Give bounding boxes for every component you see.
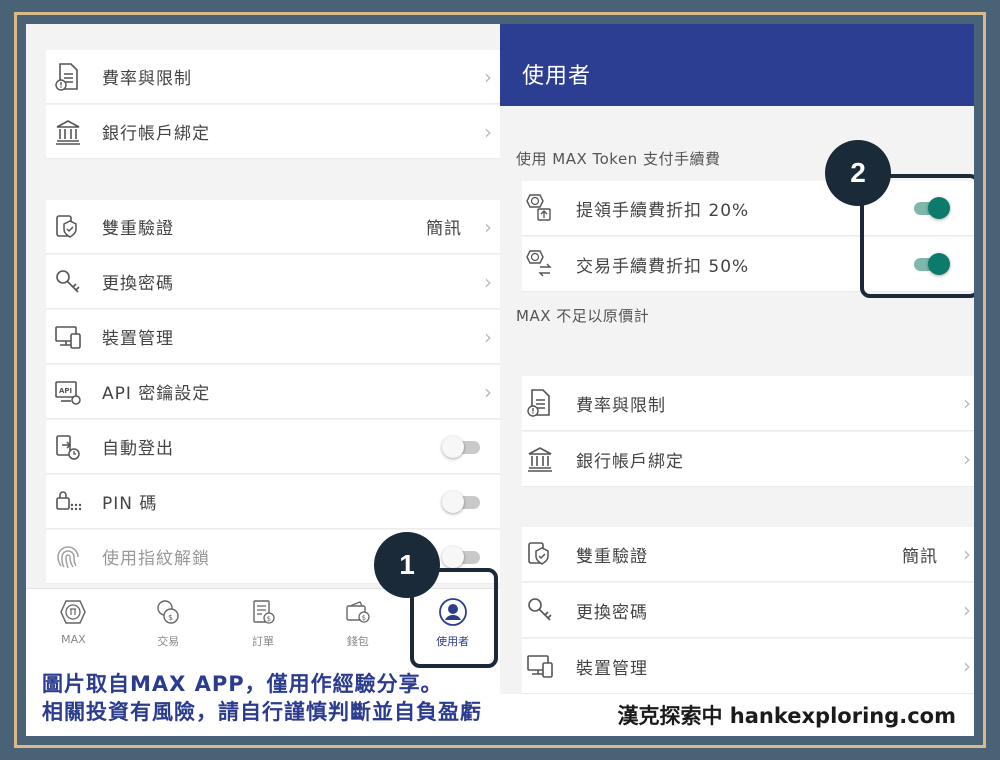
tab-label: 錢包 <box>346 635 369 648</box>
chevron-right-icon: › <box>484 269 492 294</box>
bank-icon <box>522 441 558 477</box>
fee-section-label: 使用 MAX Token 支付手續費 <box>516 150 721 168</box>
menu-item-label: 銀行帳戶綁定 <box>576 451 684 472</box>
tab-max[interactable]: MAX <box>26 589 121 650</box>
two-factor-method-value: 簡訊 <box>902 546 938 567</box>
orders-icon: $ <box>248 597 278 627</box>
chevron-right-icon: › <box>484 324 492 349</box>
menu-item-label: 費率與限制 <box>576 395 666 416</box>
menu-item-label: 裝置管理 <box>102 329 174 349</box>
app-header: 使用者 <box>500 24 974 106</box>
fee-note: MAX 不足以原價計 <box>516 307 650 325</box>
api-icon: API <box>48 372 88 412</box>
menu-item-change-password[interactable]: 更換密碼 › <box>522 583 974 638</box>
chevron-right-icon: › <box>963 447 971 471</box>
device-icon <box>522 648 558 684</box>
menu-item-label: 雙重驗證 <box>102 219 174 239</box>
menu-item-label: API 密鑰設定 <box>102 384 211 404</box>
caption-line-1: 圖片取自MAX APP，僅用作經驗分享。 <box>42 672 443 696</box>
svg-text:$: $ <box>168 613 173 622</box>
trade-discount-icon <box>522 246 558 282</box>
menu-item-label: 更換密碼 <box>102 274 174 294</box>
chevron-right-icon: › <box>484 119 492 144</box>
site-credit: 漢克探索中 hankexploring.com <box>617 704 956 728</box>
tab-label: MAX <box>61 633 86 646</box>
two-factor-icon <box>522 536 558 572</box>
fingerprint-toggle[interactable] <box>442 545 482 568</box>
bank-icon <box>48 112 88 152</box>
caption-line-2: 相關投資有風險，請自行謹慎判斷並自負盈虧 <box>42 700 482 724</box>
chevron-right-icon: › <box>963 542 971 566</box>
svg-text:API: API <box>59 387 72 395</box>
tab-trade[interactable]: $ 交易 <box>121 589 216 650</box>
tab-orders[interactable]: $ 訂單 <box>216 589 311 650</box>
menu-item-two-factor[interactable]: 雙重驗證 簡訊 › <box>522 527 974 582</box>
chevron-right-icon: › <box>963 391 971 415</box>
wallet-icon: $ <box>343 597 373 627</box>
step-badge-2: 2 <box>825 140 891 206</box>
tab-wallet[interactable]: $ 錢包 <box>310 589 405 650</box>
svg-text:$: $ <box>361 614 365 622</box>
auto-logout-toggle[interactable] <box>442 435 482 458</box>
menu-item-fees-limits[interactable]: 費率與限制 › <box>46 50 500 104</box>
chevron-right-icon: › <box>484 379 492 404</box>
page-title: 使用者 <box>522 64 592 89</box>
max-coin-icon <box>58 597 88 627</box>
disclaimer-caption: 圖片取自MAX APP，僅用作經驗分享。 相關投資有風險，請自行謹慎判斷並自負盈… <box>42 670 482 726</box>
menu-item-device-management[interactable]: 裝置管理 › <box>46 310 500 364</box>
two-factor-method-value: 簡訊 <box>426 219 462 239</box>
fingerprint-icon <box>48 537 88 577</box>
menu-item-pin-code: PIN 碼 <box>46 475 500 529</box>
svg-text:$: $ <box>267 615 271 623</box>
withdraw-discount-icon <box>522 190 558 226</box>
device-icon <box>48 317 88 357</box>
pin-code-toggle[interactable] <box>442 490 482 513</box>
menu-item-label: 雙重驗證 <box>576 546 648 567</box>
document-icon <box>48 57 88 97</box>
auto-logout-icon <box>48 427 88 467</box>
menu-item-two-factor[interactable]: 雙重驗證 簡訊 › <box>46 200 500 254</box>
step-badge-1: 1 <box>374 532 440 598</box>
menu-item-fees-limits[interactable]: 費率與限制 › <box>522 376 974 431</box>
chevron-right-icon: › <box>963 654 971 678</box>
menu-item-bank-binding[interactable]: 銀行帳戶綁定 › <box>522 432 974 487</box>
chevron-right-icon: › <box>484 214 492 239</box>
chevron-right-icon: › <box>963 598 971 622</box>
pin-lock-icon <box>48 482 88 522</box>
chevron-right-icon: › <box>484 64 492 89</box>
menu-item-change-password[interactable]: 更換密碼 › <box>46 255 500 309</box>
screenshot-canvas: 費率與限制 › 銀行帳戶綁定 › 雙重驗證 簡訊 › 更換密碼 › 裝置管理 ›… <box>26 24 974 736</box>
key-icon <box>48 262 88 302</box>
menu-item-label: PIN 碼 <box>102 494 158 514</box>
menu-item-label: 費率與限制 <box>102 69 192 89</box>
right-phone-screen: 使用者 使用 MAX Token 支付手續費 提領手續費折扣 20% 交易手續費… <box>500 24 974 694</box>
menu-item-label: 自動登出 <box>102 439 174 459</box>
document-icon <box>522 385 558 421</box>
menu-item-bank-binding[interactable]: 銀行帳戶綁定 › <box>46 105 500 159</box>
menu-item-api-key-settings[interactable]: API API 密鑰設定 › <box>46 365 500 419</box>
tab-label: 訂單 <box>251 635 274 648</box>
menu-item-label: 裝置管理 <box>576 658 648 679</box>
two-factor-icon <box>48 207 88 247</box>
tab-label: 交易 <box>157 635 180 648</box>
exchange-icon: $ <box>153 597 183 627</box>
menu-item-auto-logout: 自動登出 <box>46 420 500 474</box>
menu-item-label: 銀行帳戶綁定 <box>102 124 210 144</box>
key-icon <box>522 592 558 628</box>
menu-item-device-management[interactable]: 裝置管理 › <box>522 639 974 694</box>
menu-item-label: 更換密碼 <box>576 602 648 623</box>
